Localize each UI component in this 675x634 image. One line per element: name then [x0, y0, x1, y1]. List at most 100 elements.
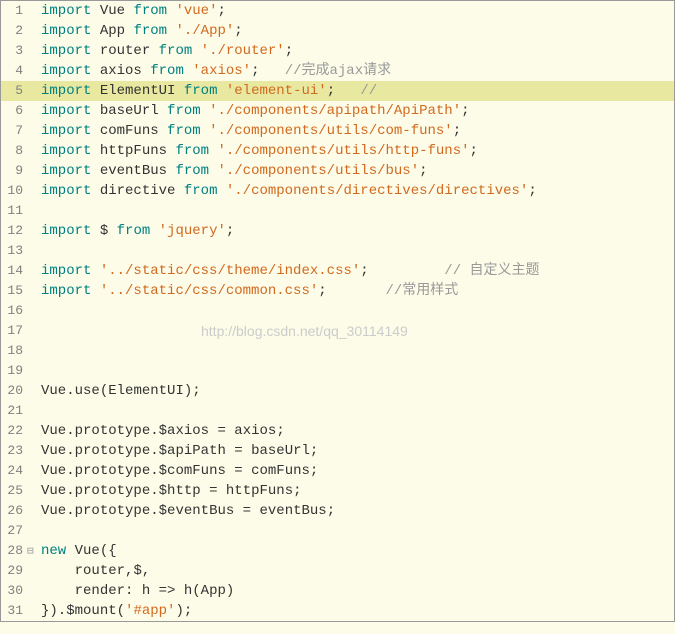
code-content[interactable]: import axios from 'axios'; //完成ajax请求	[41, 61, 391, 81]
fold-gutter	[27, 1, 41, 21]
line-number: 22	[1, 421, 27, 441]
line-number: 17	[1, 321, 27, 341]
code-content[interactable]: import Vue from 'vue';	[41, 1, 226, 21]
code-content[interactable]: import eventBus from './components/utils…	[41, 161, 428, 181]
line-number: 8	[1, 141, 27, 161]
code-line[interactable]: 25Vue.prototype.$http = httpFuns;	[1, 481, 674, 501]
code-content[interactable]: router,$,	[41, 561, 150, 581]
code-content[interactable]: import $ from 'jquery';	[41, 221, 234, 241]
fold-gutter	[27, 201, 41, 221]
code-content[interactable]: Vue.prototype.$comFuns = comFuns;	[41, 461, 318, 481]
code-line[interactable]: 10 import directive from './components/di…	[1, 181, 674, 201]
code-line[interactable]: 31 }).$mount('#app');	[1, 601, 674, 621]
line-number: 29	[1, 561, 27, 581]
code-line[interactable]: 5 import ElementUI from 'element-ui'; //	[1, 81, 674, 101]
fold-gutter	[27, 161, 41, 181]
fold-gutter	[27, 501, 41, 521]
fold-gutter	[27, 401, 41, 421]
code-line[interactable]: 20 Vue.use(ElementUI);	[1, 381, 674, 401]
line-number: 14	[1, 261, 27, 281]
code-line[interactable]: 7import comFuns from './components/utils…	[1, 121, 674, 141]
code-content[interactable]: import router from './router';	[41, 41, 293, 61]
code-content[interactable]: Vue.prototype.$apiPath = baseUrl;	[41, 441, 318, 461]
line-number: 12	[1, 221, 27, 241]
code-line[interactable]: 2 import App from './App';	[1, 21, 674, 41]
watermark-text: http://blog.csdn.net/qq_30114149	[201, 321, 408, 341]
code-line[interactable]: 1 import Vue from 'vue';	[1, 1, 674, 21]
code-line[interactable]: 14 import '../static/css/theme/index.css'…	[1, 261, 674, 281]
code-line[interactable]: 29 router,$,	[1, 561, 674, 581]
code-line[interactable]: 17 http://blog.csdn.net/qq_30114149	[1, 321, 674, 341]
code-content[interactable]: Vue.prototype.$axios = axios;	[41, 421, 285, 441]
line-number: 3	[1, 41, 27, 61]
line-number: 28	[1, 541, 27, 561]
code-line[interactable]: 8 import httpFuns from './components/util…	[1, 141, 674, 161]
code-line[interactable]: 24Vue.prototype.$comFuns = comFuns;	[1, 461, 674, 481]
fold-gutter	[27, 181, 41, 201]
code-line[interactable]: 15import '../static/css/common.css'; //常…	[1, 281, 674, 301]
code-content[interactable]: import App from './App';	[41, 21, 243, 41]
code-content[interactable]: render: h => h(App)	[41, 581, 234, 601]
fold-gutter[interactable]	[27, 541, 41, 561]
code-content[interactable]: import directive from './components/dire…	[41, 181, 537, 201]
code-content[interactable]: import '../static/css/theme/index.css'; …	[41, 261, 540, 281]
fold-gutter	[27, 601, 41, 621]
fold-gutter	[27, 481, 41, 501]
code-line[interactable]: 18	[1, 341, 674, 361]
code-line[interactable]: 19	[1, 361, 674, 381]
fold-gutter	[27, 301, 41, 321]
code-content[interactable]: Vue.prototype.$http = httpFuns;	[41, 481, 302, 501]
code-line[interactable]: 4 import axios from 'axios'; //完成ajax请求	[1, 61, 674, 81]
line-number: 10	[1, 181, 27, 201]
code-line[interactable]: 13	[1, 241, 674, 261]
code-line[interactable]: 26 Vue.prototype.$eventBus = eventBus;	[1, 501, 674, 521]
code-editor[interactable]: 1 import Vue from 'vue'; 2 import App from …	[1, 1, 674, 621]
fold-gutter	[27, 281, 41, 301]
line-number: 9	[1, 161, 27, 181]
code-line[interactable]: 12 import $ from 'jquery';	[1, 221, 674, 241]
fold-gutter	[27, 321, 41, 341]
fold-gutter	[27, 381, 41, 401]
code-content[interactable]: Vue.use(ElementUI);	[41, 381, 201, 401]
line-number: 2	[1, 21, 27, 41]
code-content[interactable]: new Vue({	[41, 541, 117, 561]
line-number: 19	[1, 361, 27, 381]
code-line[interactable]: 27	[1, 521, 674, 541]
line-number: 27	[1, 521, 27, 541]
line-number: 20	[1, 381, 27, 401]
fold-gutter	[27, 461, 41, 481]
code-line[interactable]: 23 Vue.prototype.$apiPath = baseUrl;	[1, 441, 674, 461]
code-content[interactable]: }).$mount('#app');	[41, 601, 192, 621]
fold-gutter	[27, 101, 41, 121]
code-line[interactable]: 30 render: h => h(App)	[1, 581, 674, 601]
line-number: 13	[1, 241, 27, 261]
fold-gutter	[27, 441, 41, 461]
line-number: 26	[1, 501, 27, 521]
line-number: 21	[1, 401, 27, 421]
code-content[interactable]: Vue.prototype.$eventBus = eventBus;	[41, 501, 335, 521]
code-content[interactable]: import httpFuns from './components/utils…	[41, 141, 478, 161]
fold-gutter	[27, 121, 41, 141]
code-line[interactable]: 16	[1, 301, 674, 321]
fold-gutter	[27, 421, 41, 441]
fold-gutter	[27, 221, 41, 241]
line-number: 5	[1, 81, 27, 101]
code-content[interactable]: import comFuns from './components/utils/…	[41, 121, 461, 141]
code-line[interactable]: 22 Vue.prototype.$axios = axios;	[1, 421, 674, 441]
code-line[interactable]: 3 import router from './router';	[1, 41, 674, 61]
code-content[interactable]: import '../static/css/common.css'; //常用样…	[41, 281, 458, 301]
line-number: 4	[1, 61, 27, 81]
code-line[interactable]: 28 new Vue({	[1, 541, 674, 561]
code-line[interactable]: 9 import eventBus from './components/util…	[1, 161, 674, 181]
code-line[interactable]: 6import baseUrl from './components/apipa…	[1, 101, 674, 121]
line-number: 30	[1, 581, 27, 601]
fold-gutter	[27, 21, 41, 41]
code-content[interactable]: import ElementUI from 'element-ui'; //	[41, 81, 377, 101]
line-number: 1	[1, 1, 27, 21]
line-number: 31	[1, 601, 27, 621]
code-line[interactable]: 11	[1, 201, 674, 221]
code-content[interactable]: import baseUrl from './components/apipat…	[41, 101, 470, 121]
code-line[interactable]: 21	[1, 401, 674, 421]
line-number: 23	[1, 441, 27, 461]
line-number: 18	[1, 341, 27, 361]
